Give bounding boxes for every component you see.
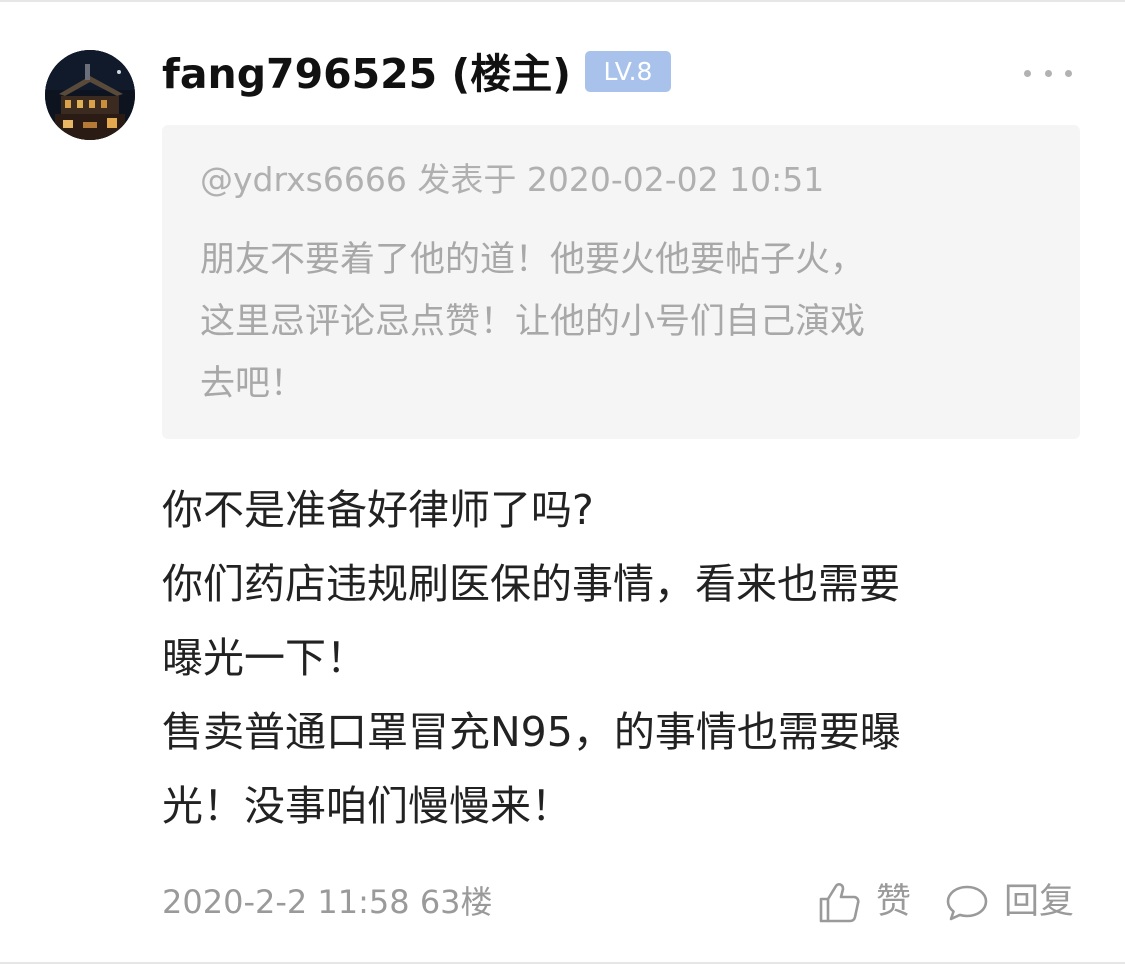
reply-content: 你不是准备好律师了吗? 你们药店违规刷医保的事情，看来也需要 曝光一下！ 售卖普… bbox=[162, 473, 1062, 843]
level-badge: LV.8 bbox=[585, 51, 671, 92]
content-line: 售卖普通口罩冒充N95，的事情也需要曝 bbox=[162, 708, 901, 756]
more-dots-icon bbox=[1065, 69, 1072, 77]
quote-text: 朋友不要着了他的道！他要火他要帖子火， 这里忌评论忌点赞！让他的小号们自己演戏 … bbox=[200, 229, 1060, 415]
like-button[interactable]: 赞 bbox=[816, 876, 911, 928]
post-meta: 2020-2-2 11:58 63楼 bbox=[162, 883, 493, 921]
content-line: 你们药店违规刷医保的事情，看来也需要 bbox=[162, 560, 900, 608]
comment-bubble-icon bbox=[944, 879, 990, 925]
quote-line: 去吧！ bbox=[200, 364, 306, 404]
avatar[interactable] bbox=[45, 50, 135, 140]
quote-line: 这里忌评论忌点赞！让他的小号们自己演戏 bbox=[200, 302, 866, 342]
more-options-button[interactable] bbox=[1024, 60, 1072, 86]
more-dots-icon bbox=[1024, 69, 1031, 77]
quote-line: 朋友不要着了他的道！他要火他要帖子火， bbox=[200, 240, 866, 280]
content-line: 光！没事咱们慢慢来！ bbox=[162, 782, 572, 830]
username[interactable]: fang796525 (楼主) bbox=[162, 46, 571, 102]
content-line: 曝光一下！ bbox=[162, 634, 367, 682]
like-label: 赞 bbox=[876, 882, 912, 922]
reply-label: 回复 bbox=[1004, 882, 1075, 922]
more-dots-icon bbox=[1044, 69, 1052, 77]
reply-button[interactable]: 回复 bbox=[944, 876, 1074, 928]
top-divider bbox=[0, 0, 1125, 2]
content-line: 你不是准备好律师了吗? bbox=[162, 486, 594, 534]
thumbs-up-icon bbox=[816, 879, 862, 925]
quote-meta: @ydrxs6666 发表于 2020-02-02 10:51 bbox=[200, 160, 825, 199]
avatar-image bbox=[45, 50, 135, 140]
